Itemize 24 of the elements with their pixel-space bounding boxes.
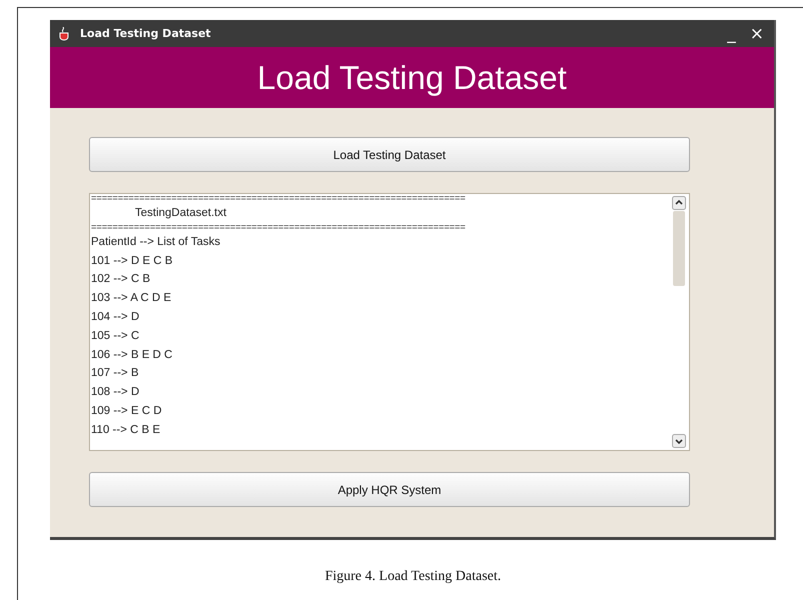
banner-title: Load Testing Dataset	[257, 58, 567, 96]
scrollbar-thumb[interactable]	[673, 211, 685, 286]
load-dataset-button[interactable]: Load Testing Dataset	[89, 137, 690, 172]
text-line: 109 --> E C D	[91, 404, 163, 419]
scrollbar[interactable]	[669, 194, 689, 450]
text-line: 106 --> B E D C	[91, 348, 174, 363]
figure-caption: Figure 4. Load Testing Dataset.	[324, 569, 502, 585]
text-line: 110 --> C B E	[91, 422, 162, 438]
text-line: 101 --> D E C B	[91, 254, 174, 269]
text-line: 103 --> A C D E	[91, 291, 172, 306]
cup-icon	[58, 26, 70, 40]
text-line: ======================================================================	[91, 194, 466, 204]
text-line: TestingDataset.txt	[134, 206, 228, 221]
text-line: 108 --> D	[91, 385, 140, 400]
text-line: 107 --> B	[91, 366, 140, 382]
text-line: 102 --> C B	[91, 272, 152, 288]
text-line: 104 --> D	[91, 310, 140, 325]
close-button[interactable]: ×	[748, 24, 766, 44]
text-line: PatientId --> List of Tasks	[91, 234, 222, 250]
minimize-button[interactable]: _	[725, 24, 738, 44]
text-line: 105 --> C	[91, 328, 140, 344]
text-line: ======================================================================	[91, 222, 466, 233]
apply-hqr-button[interactable]: Apply HQR System	[89, 472, 690, 507]
window-title: Load Testing Dataset	[80, 27, 211, 40]
